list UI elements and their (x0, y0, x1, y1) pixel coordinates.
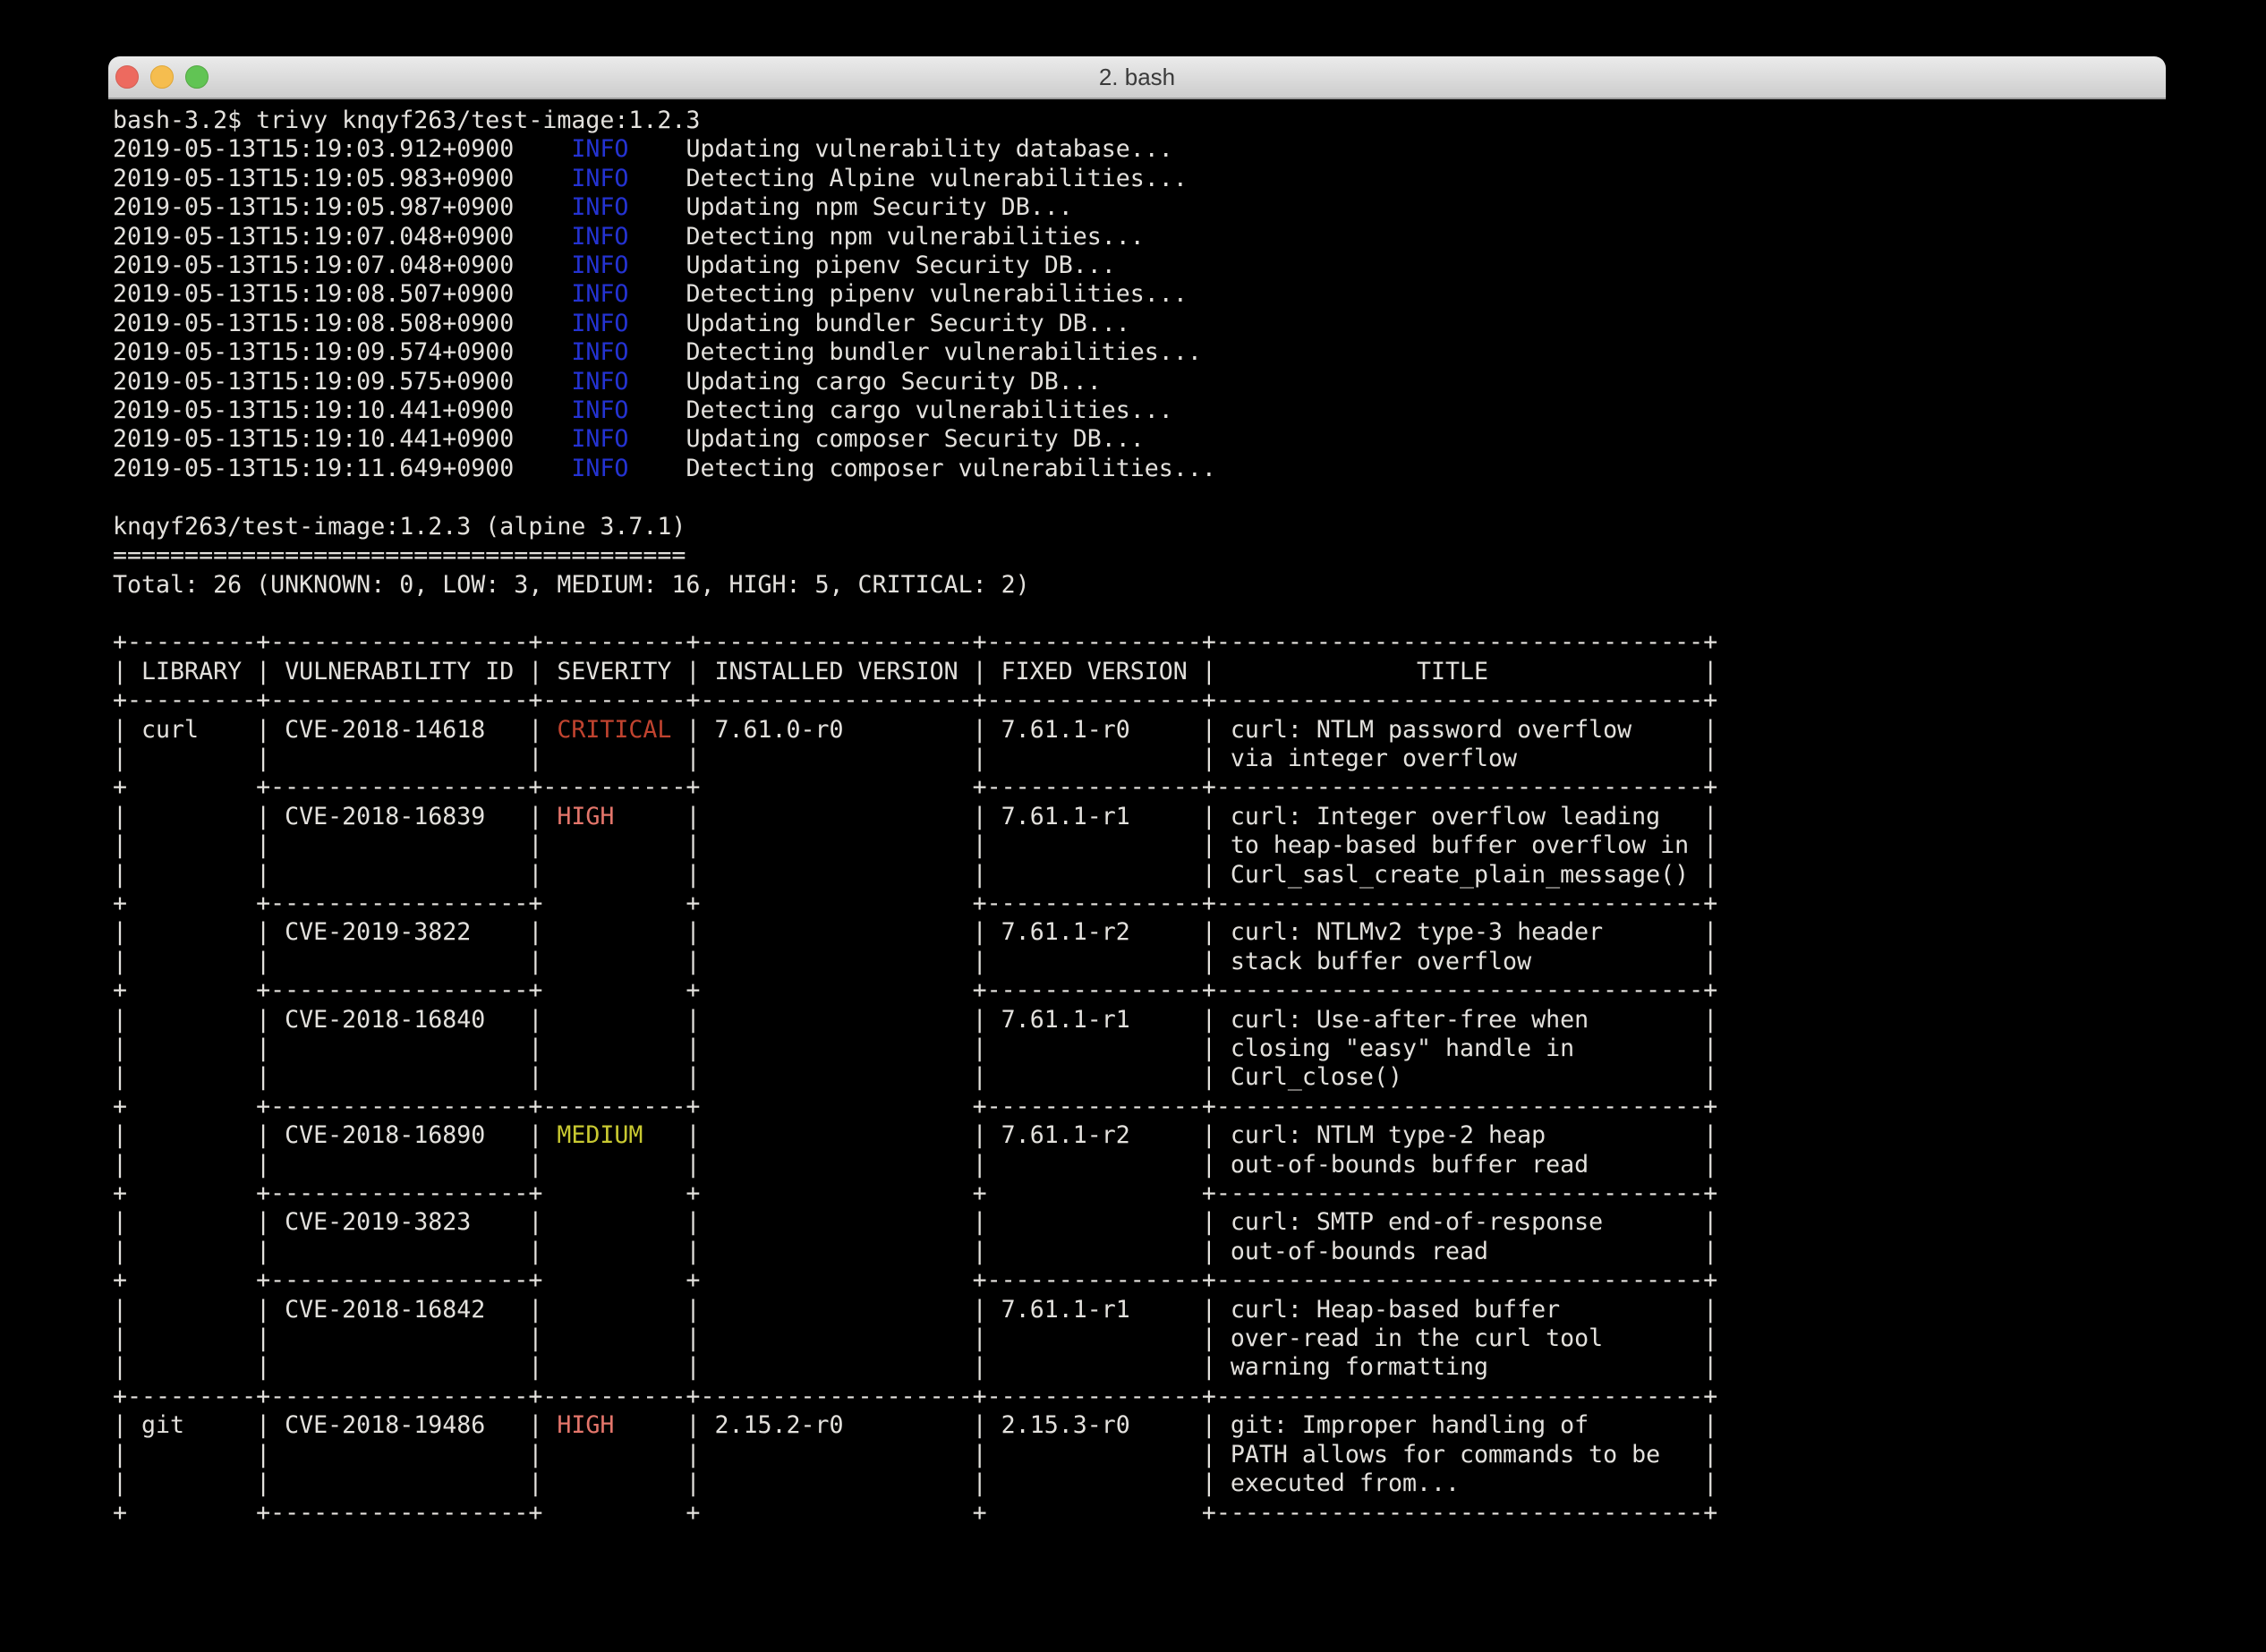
table-row-line: | | | | | | stack buffer overflow | (113, 948, 1717, 975)
log-level-info: INFO (571, 135, 628, 163)
severity-medium: MEDIUM (542, 1121, 686, 1149)
report-summary: Total: 26 (UNKNOWN: 0, LOW: 3, MEDIUM: 1… (113, 571, 1030, 599)
table-row-line: | curl | CVE-2018-14618 | CRITICAL | 7.6… (113, 716, 1717, 744)
log-level-info: INFO (571, 165, 628, 192)
window-title: 2. bash (108, 56, 2166, 98)
table-row-line: | | | | | | out-of-bounds read | (113, 1238, 1717, 1265)
table-border: +---------+------------------+----------… (113, 686, 1717, 714)
table-row-line: | | | | | | over-read in the curl tool | (113, 1324, 1717, 1352)
log-line: 2019-05-13T15:19:09.575+0900 INFO Updati… (113, 368, 1102, 396)
log-level-info: INFO (571, 310, 628, 337)
log-level-info: INFO (571, 396, 628, 424)
table-row-line: | | CVE-2018-16890 | MEDIUM | | 7.61.1-r… (113, 1121, 1717, 1149)
log-line: 2019-05-13T15:19:07.048+0900 INFO Updati… (113, 251, 1116, 279)
table-row-line: | | CVE-2018-16840 | | | 7.61.1-r1 | cur… (113, 1006, 1717, 1034)
terminal-output: bash-3.2$ trivy knqyf263/test-image:1.2.… (108, 99, 2166, 1528)
traffic-lights (115, 65, 209, 89)
table-separator: + +------------------+ + + +------------… (113, 1179, 1717, 1207)
table-row-line: | | | | | | executed from... | (113, 1469, 1717, 1497)
log-level-info: INFO (571, 338, 628, 366)
table-border: +---------+------------------+----------… (113, 628, 1717, 656)
minimize-button[interactable] (150, 65, 174, 89)
log-line: 2019-05-13T15:19:09.574+0900 INFO Detect… (113, 338, 1202, 366)
log-line: 2019-05-13T15:19:10.441+0900 INFO Detect… (113, 396, 1173, 424)
table-row-line: | | CVE-2019-3822 | | | 7.61.1-r2 | curl… (113, 918, 1717, 946)
log-level-info: INFO (571, 280, 628, 308)
log-line: 2019-05-13T15:19:08.508+0900 INFO Updati… (113, 310, 1130, 337)
table-row-line: | | | | | | Curl_sasl_create_plain_messa… (113, 861, 1717, 889)
table-header: | LIBRARY | VULNERABILITY ID | SEVERITY … (113, 658, 1717, 685)
table-row-line: | | | | | | PATH allows for commands to … (113, 1441, 1717, 1469)
log-level-info: INFO (571, 223, 628, 251)
window-title-bar[interactable]: 2. bash (108, 56, 2166, 99)
table-row-line: | | | | | | Curl_close() | (113, 1063, 1717, 1091)
severity-high: HIGH (542, 803, 686, 830)
table-separator: + +------------------+----------+ +-----… (113, 773, 1717, 801)
table-row-line: | | CVE-2019-3823 | | | | curl: SMTP end… (113, 1208, 1717, 1236)
table-row-line: | git | CVE-2018-19486 | HIGH | 2.15.2-r… (113, 1411, 1717, 1439)
zoom-button[interactable] (185, 65, 209, 89)
severity-critical: CRITICAL (542, 716, 686, 744)
log-level-info: INFO (571, 251, 628, 279)
terminal-window: 2. bash bash-3.2$ trivy knqyf263/test-im… (108, 56, 2166, 1652)
table-row-line: | | | | | | out-of-bounds buffer read | (113, 1151, 1717, 1179)
table-row-line: | | | | | | via integer overflow | (113, 745, 1717, 772)
log-line: 2019-05-13T15:19:10.441+0900 INFO Updati… (113, 425, 1145, 453)
table-row-line: | | CVE-2018-16839 | HIGH | | 7.61.1-r1 … (113, 803, 1717, 830)
log-line: 2019-05-13T15:19:05.987+0900 INFO Updati… (113, 193, 1073, 221)
prompt-line: bash-3.2$ trivy knqyf263/test-image:1.2.… (113, 106, 700, 134)
severity-high: HIGH (542, 1411, 686, 1439)
table-separator: + +------------------+ + +--------------… (113, 976, 1717, 1004)
table-separator: + +------------------+----------+ +-----… (113, 1093, 1717, 1120)
log-level-info: INFO (571, 425, 628, 453)
log-level-info: INFO (571, 368, 628, 396)
table-row-line: | | | | | | to heap-based buffer overflo… (113, 831, 1717, 859)
log-line: 2019-05-13T15:19:08.507+0900 INFO Detect… (113, 280, 1188, 308)
table-row-line: | | | | | | closing "easy" handle in | (113, 1035, 1717, 1062)
table-row-line: | | CVE-2018-16842 | | | 7.61.1-r1 | cur… (113, 1296, 1717, 1324)
log-line: 2019-05-13T15:19:03.912+0900 INFO Updati… (113, 135, 1173, 163)
log-line: 2019-05-13T15:19:11.649+0900 INFO Detect… (113, 455, 1216, 482)
log-line: 2019-05-13T15:19:07.048+0900 INFO Detect… (113, 223, 1145, 251)
table-separator: +---------+------------------+----------… (113, 1383, 1717, 1410)
report-target: knqyf263/test-image:1.2.3 (alpine 3.7.1) (113, 513, 686, 541)
log-level-info: INFO (571, 193, 628, 221)
table-row-line: | | | | | | warning formatting | (113, 1353, 1717, 1381)
report-underline: ======================================== (113, 541, 686, 569)
table-separator: + +------------------+ + + +------------… (113, 1499, 1717, 1527)
log-line: 2019-05-13T15:19:05.983+0900 INFO Detect… (113, 165, 1188, 192)
terminal-screen[interactable]: bash-3.2$ trivy knqyf263/test-image:1.2.… (108, 99, 2166, 1652)
table-separator: + +------------------+ + +--------------… (113, 1266, 1717, 1294)
close-button[interactable] (115, 65, 139, 89)
log-level-info: INFO (571, 455, 628, 482)
desktop-background: { "window": { "title": "2. bash" }, "col… (0, 0, 2266, 1652)
table-separator: + +------------------+ + +--------------… (113, 890, 1717, 917)
